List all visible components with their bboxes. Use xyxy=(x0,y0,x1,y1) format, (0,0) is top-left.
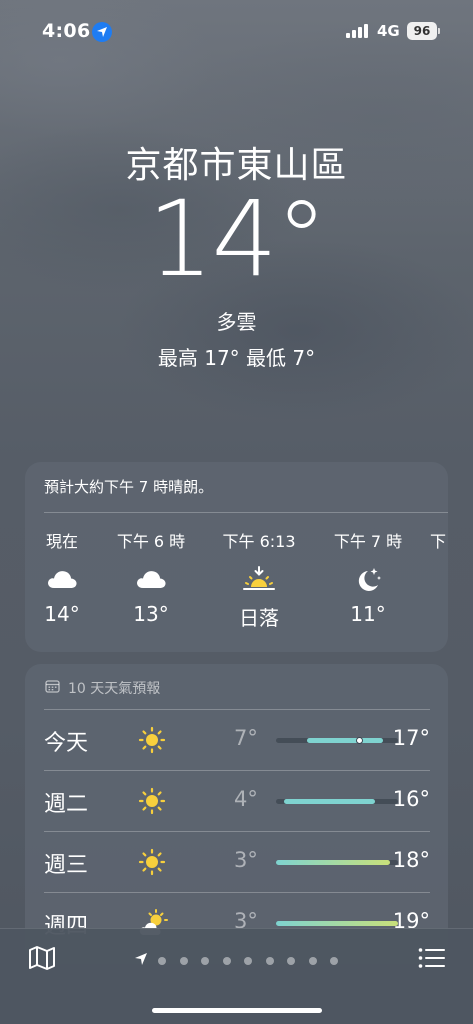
hour-item: 下午 6 時 13° xyxy=(111,528,191,626)
hour-temp: 13° xyxy=(133,602,169,626)
moon-stars-icon xyxy=(328,560,408,598)
hour-temp: 日落 xyxy=(239,606,279,630)
day-high: 17° xyxy=(392,726,430,750)
day-row[interactable]: 週三 3° 18° xyxy=(44,831,430,892)
day-name: 週三 xyxy=(44,853,89,878)
sun-icon xyxy=(138,726,166,758)
page-dot[interactable] xyxy=(158,956,166,965)
temperature-range-fill xyxy=(306,738,383,743)
day-low: 3° xyxy=(234,848,258,872)
day-low: 7° xyxy=(234,726,258,750)
cloud-icon xyxy=(111,560,191,598)
hour-temp: 14° xyxy=(44,602,80,626)
hour-item: 下午 7 時 11° xyxy=(328,528,408,626)
hour-item: 下午 6:13 日落 xyxy=(219,528,299,631)
hour-label: 下午 6 時 xyxy=(116,532,186,551)
temperature-range-fill xyxy=(276,921,398,926)
hour-label: 下午 6:13 xyxy=(222,532,296,551)
ten-day-title: 10 天天氣預報 xyxy=(68,681,161,697)
status-time: 4:06 xyxy=(42,20,91,42)
battery-icon: 96 xyxy=(407,22,437,40)
current-temperature: 14° xyxy=(147,178,327,300)
cloud-icon xyxy=(25,560,102,598)
sun-icon xyxy=(138,787,166,819)
temperature-range-bar xyxy=(276,860,398,865)
hourly-forecast-card[interactable]: 預計大約下午 7 時晴朗。 現在 14° 下午 6 時 13° 下午 6:13 xyxy=(25,462,448,652)
network-type: 4G xyxy=(377,22,400,40)
day-row[interactable]: 今天 7° 17° xyxy=(44,709,430,770)
page-dot[interactable] xyxy=(179,956,188,965)
page-dot[interactable] xyxy=(330,956,338,965)
battery-tip xyxy=(438,28,440,34)
day-low: 4° xyxy=(234,787,258,811)
current-condition: 多雲 xyxy=(216,310,257,334)
location-arrow-icon xyxy=(92,22,112,42)
high-low-temperature: 最高 17° 最低 7° xyxy=(157,346,316,370)
ten-day-forecast-card[interactable]: 10 天天氣預報 今天 7° 17° 週二 4° 16° 週三 3° 18° 週… xyxy=(25,664,448,964)
temperature-range-bar xyxy=(276,737,398,744)
hour-label: 下午 7 時 xyxy=(333,532,403,551)
ten-day-header: 10 天天氣預報 xyxy=(45,678,160,698)
list-icon[interactable] xyxy=(418,947,446,973)
hourly-summary: 預計大約下午 7 時晴朗。 xyxy=(44,478,214,496)
day-high: 18° xyxy=(392,848,430,872)
hour-label: 現在 xyxy=(45,532,78,551)
day-high: 16° xyxy=(392,787,430,811)
divider xyxy=(44,512,448,513)
hour-item: 下 xyxy=(430,528,448,551)
sun-icon xyxy=(138,848,166,880)
page-dot[interactable] xyxy=(222,956,231,965)
calendar-icon xyxy=(45,679,60,697)
location-arrow-icon[interactable] xyxy=(134,951,148,970)
page-dot[interactable] xyxy=(265,956,274,965)
day-row[interactable]: 週二 4° 16° xyxy=(44,770,430,831)
temperature-range-bar xyxy=(276,799,398,804)
hour-item: 現在 14° xyxy=(25,528,102,626)
home-indicator[interactable] xyxy=(152,1008,322,1013)
temperature-range-fill xyxy=(276,860,391,865)
hour-label: 下 xyxy=(430,532,447,551)
signal-icon xyxy=(346,24,370,38)
page-indicator[interactable] xyxy=(134,951,352,970)
page-dot[interactable] xyxy=(201,956,209,965)
map-icon[interactable] xyxy=(28,945,56,975)
page-dot[interactable] xyxy=(244,956,252,965)
temperature-range-bar xyxy=(276,921,398,926)
day-name: 今天 xyxy=(44,731,89,756)
status-bar: 4:06 4G 96 xyxy=(0,0,473,62)
day-name: 週二 xyxy=(44,792,89,817)
page-dot[interactable] xyxy=(287,956,295,965)
page-dot[interactable] xyxy=(308,956,317,965)
sunset-icon xyxy=(219,560,299,598)
temperature-range-fill xyxy=(283,799,376,804)
hour-temp: 11° xyxy=(350,602,386,626)
